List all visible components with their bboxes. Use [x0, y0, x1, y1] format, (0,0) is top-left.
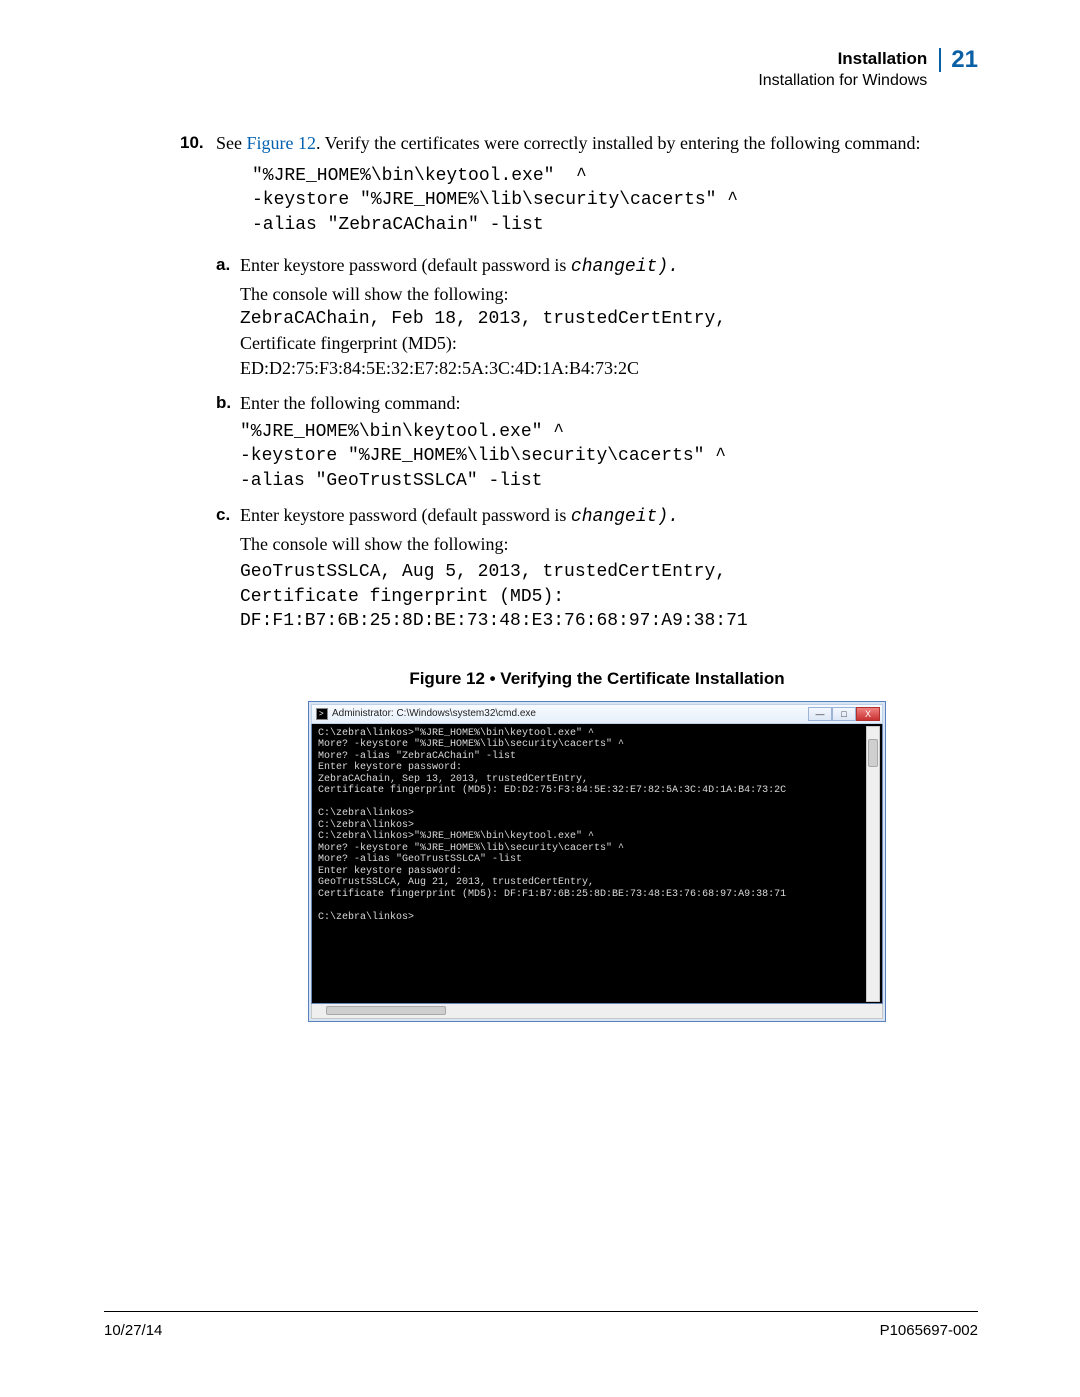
substep-c-label: c. [216, 503, 230, 526]
substep-a-text-2: The console will show the following: [240, 282, 978, 307]
substep-a-text-1: Enter keystore password (default passwor… [240, 255, 571, 275]
substep-b-command: "%JRE_HOME%\bin\keytool.exe" ^ -keystore… [240, 420, 978, 493]
maximize-button[interactable]: □ [832, 707, 856, 721]
console-title: Administrator: C:\Windows\system32\cmd.e… [332, 707, 536, 721]
substep-a-text-4: ED:D2:75:F3:84:5E:32:E7:82:5A:3C:4D:1A:B… [240, 356, 978, 381]
footer-date: 10/27/14 [104, 1322, 162, 1339]
substep-c-output: GeoTrustSSLCA, Aug 5, 2013, trustedCertE… [240, 560, 978, 633]
page-number: 21 [939, 48, 978, 72]
substep-b: b. Enter the following command: [216, 391, 978, 416]
cmd-icon [316, 708, 328, 720]
vertical-scrollbar[interactable] [866, 726, 880, 1002]
close-button[interactable]: X [856, 707, 880, 721]
substep-c-password: changeit). [571, 507, 679, 527]
header-title: Installation [838, 49, 928, 68]
substep-a-output-1: ZebraCAChain, Feb 18, 2013, trustedCertE… [240, 307, 978, 332]
substep-a-label: a. [216, 253, 230, 276]
substep-a-text-3: Certificate fingerprint (MD5): [240, 331, 978, 356]
step-10: 10. See Figure 12. Verify the certificat… [216, 131, 978, 156]
console-titlebar[interactable]: Administrator: C:\Windows\system32\cmd.e… [311, 704, 883, 724]
figure-12-link[interactable]: Figure 12 [247, 133, 317, 153]
page-footer: 10/27/14 P1065697-002 [104, 1311, 978, 1339]
substep-b-label: b. [216, 391, 231, 414]
step-text-pre: See [216, 133, 247, 153]
header-subtitle: Installation for Windows [758, 72, 927, 89]
step-number: 10. [180, 131, 204, 154]
step-text-post: . Verify the certificates were correctly… [316, 133, 920, 153]
console-output: C:\zebra\linkos>"%JRE_HOME%\bin\keytool.… [311, 724, 883, 1004]
scrollbar-thumb[interactable] [326, 1006, 446, 1015]
substep-b-text-1: Enter the following command: [240, 393, 460, 413]
substep-c-text-1: Enter keystore password (default passwor… [240, 505, 571, 525]
page-header: Installation Installation for Windows 21 [104, 48, 978, 93]
horizontal-scrollbar[interactable] [311, 1004, 883, 1019]
substep-c-text-2: The console will show the following: [240, 532, 978, 557]
console-window: Administrator: C:\Windows\system32\cmd.e… [308, 701, 886, 1022]
footer-docid: P1065697-002 [880, 1322, 978, 1339]
minimize-button[interactable]: — [808, 707, 832, 721]
step-10-command: "%JRE_HOME%\bin\keytool.exe" ^ -keystore… [252, 164, 978, 237]
figure-12-caption: Figure 12 • Verifying the Certificate In… [216, 667, 978, 690]
scrollbar-thumb[interactable] [868, 739, 878, 767]
substep-c: c. Enter keystore password (default pass… [216, 503, 978, 530]
substep-a: a. Enter keystore password (default pass… [216, 253, 978, 280]
substep-a-password: changeit). [571, 257, 679, 277]
